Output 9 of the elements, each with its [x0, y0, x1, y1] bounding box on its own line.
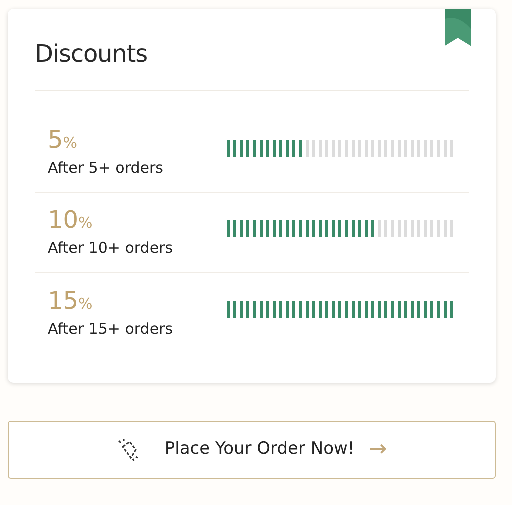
card-title: Discounts — [35, 39, 148, 70]
discount-condition: After 10+ orders — [48, 238, 174, 259]
arrow-icon: → — [368, 439, 388, 461]
discount-percent: 15% — [48, 286, 93, 316]
discount-condition: After 5+ orders — [48, 158, 164, 179]
discount-percent: 5% — [48, 126, 78, 156]
discount-percent: 10% — [48, 206, 93, 236]
place-order-button[interactable]: Place Your Order Now! → — [8, 421, 496, 479]
discount-condition: After 15+ orders — [48, 318, 174, 340]
